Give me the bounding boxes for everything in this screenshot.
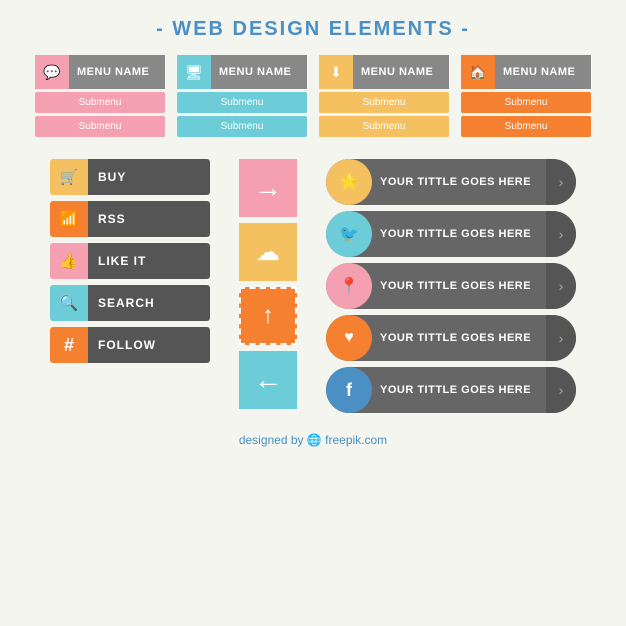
title-btn-2[interactable]: 🐦 YOUR TITTLE GOES HERE › xyxy=(326,211,576,257)
chevron-icon-4: › xyxy=(546,315,576,361)
rss-button[interactable]: 📶 RSS xyxy=(50,201,210,237)
title-text-1: YOUR TITTLE GOES HERE xyxy=(372,176,546,188)
likeit-label: LIKE IT xyxy=(88,243,210,279)
footer: designed by 🌐 freepik.com xyxy=(0,433,626,447)
hashtag-icon: # xyxy=(50,327,88,363)
title-btn-3[interactable]: 📍 YOUR TITTLE GOES HERE › xyxy=(326,263,576,309)
title-btn-5[interactable]: f YOUR TITTLE GOES HERE › xyxy=(326,367,576,413)
nav-sub-2b[interactable]: Submenu xyxy=(177,116,307,137)
nav-sub-1b[interactable]: Submenu xyxy=(35,116,165,137)
likeit-button[interactable]: 👍 LIKE IT xyxy=(50,243,210,279)
action-buttons-group: 🛒 BUY 📶 RSS 👍 LIKE IT 🔍 SEARCH # FOLLOW xyxy=(50,159,210,413)
title-text-4: YOUR TITTLE GOES HERE xyxy=(372,332,546,344)
heart-icon: ♥ xyxy=(326,315,372,361)
nav-label-2: MENU NAME xyxy=(211,55,307,89)
cart-icon: 🛒 xyxy=(50,159,88,195)
footer-brand: 🌐 freepik.com xyxy=(307,433,387,447)
arrow-right[interactable]: → xyxy=(239,159,297,217)
follow-button[interactable]: # FOLLOW xyxy=(50,327,210,363)
chevron-icon-5: › xyxy=(546,367,576,413)
elements-section: 🛒 BUY 📶 RSS 👍 LIKE IT 🔍 SEARCH # FOLLOW … xyxy=(0,159,626,413)
title-buttons-group: ⭐ YOUR TITTLE GOES HERE › 🐦 YOUR TITTLE … xyxy=(326,159,576,413)
arrow-cloud[interactable]: ☁ xyxy=(239,223,297,281)
nav-item-2[interactable]: 🖥 MENU NAME Submenu Submenu xyxy=(177,55,307,137)
rss-icon: 📶 xyxy=(50,201,88,237)
footer-text: designed by xyxy=(239,433,304,447)
nav-sub-4b[interactable]: Submenu xyxy=(461,116,591,137)
nav-icon-2: 🖥 xyxy=(177,55,211,89)
arrow-up[interactable]: ↑ xyxy=(239,287,297,345)
buy-button[interactable]: 🛒 BUY xyxy=(50,159,210,195)
title-text-2: YOUR TITTLE GOES HERE xyxy=(372,228,546,240)
nav-sub-1a[interactable]: Submenu xyxy=(35,92,165,113)
like-icon: 👍 xyxy=(50,243,88,279)
buy-label: BUY xyxy=(88,159,210,195)
title-text-5: YOUR TITTLE GOES HERE xyxy=(372,384,546,396)
star-icon: ⭐ xyxy=(326,159,372,205)
title-btn-1[interactable]: ⭐ YOUR TITTLE GOES HERE › xyxy=(326,159,576,205)
nav-item-1[interactable]: 💬 MENU NAME Submenu Submenu xyxy=(35,55,165,137)
nav-sub-4a[interactable]: Submenu xyxy=(461,92,591,113)
nav-item-3[interactable]: ⬇ MENU NAME Submenu Submenu xyxy=(319,55,449,137)
arrows-group: → ☁ ↑ ← xyxy=(228,159,308,413)
chevron-icon-3: › xyxy=(546,263,576,309)
arrow-left[interactable]: ← xyxy=(239,351,297,409)
chevron-icon-1: › xyxy=(546,159,576,205)
chevron-icon-2: › xyxy=(546,211,576,257)
rss-label: RSS xyxy=(88,201,210,237)
facebook-icon: f xyxy=(326,367,372,413)
nav-label-4: MENU NAME xyxy=(495,55,591,89)
nav-sub-3b[interactable]: Submenu xyxy=(319,116,449,137)
search-button[interactable]: 🔍 SEARCH xyxy=(50,285,210,321)
nav-icon-1: 💬 xyxy=(35,55,69,89)
follow-label: FOLLOW xyxy=(88,327,210,363)
title-btn-4[interactable]: ♥ YOUR TITTLE GOES HERE › xyxy=(326,315,576,361)
nav-label-1: MENU NAME xyxy=(69,55,165,89)
title-text-3: YOUR TITTLE GOES HERE xyxy=(372,280,546,292)
nav-item-4[interactable]: 🏠 MENU NAME Submenu Submenu xyxy=(461,55,591,137)
nav-section: 💬 MENU NAME Submenu Submenu 🖥 MENU NAME … xyxy=(0,55,626,137)
nav-icon-4: 🏠 xyxy=(461,55,495,89)
twitter-icon: 🐦 xyxy=(326,211,372,257)
search-icon: 🔍 xyxy=(50,285,88,321)
nav-label-3: MENU NAME xyxy=(353,55,449,89)
location-icon: 📍 xyxy=(326,263,372,309)
nav-sub-2a[interactable]: Submenu xyxy=(177,92,307,113)
page-title: - WEB DESIGN ELEMENTS - xyxy=(0,0,626,55)
nav-sub-3a[interactable]: Submenu xyxy=(319,92,449,113)
search-label: SEARCH xyxy=(88,285,210,321)
nav-icon-3: ⬇ xyxy=(319,55,353,89)
